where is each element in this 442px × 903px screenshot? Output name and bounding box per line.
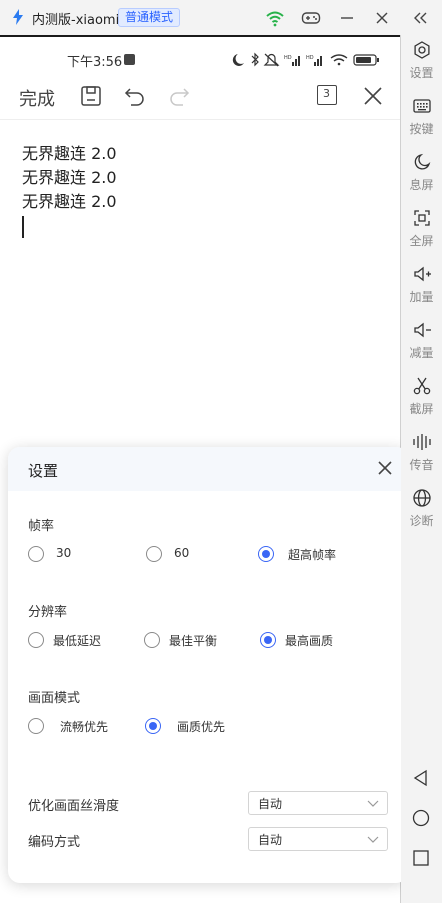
frame-rate-title: 帧率 xyxy=(28,519,55,534)
close-window-icon[interactable] xyxy=(371,7,393,29)
option-label: 最佳平衡 xyxy=(169,634,218,648)
sidebar-item-volume-down[interactable]: 减量 xyxy=(401,320,442,370)
option-label: 30 xyxy=(56,546,72,560)
resolution-option-best-quality[interactable]: 最高画质 xyxy=(260,632,360,650)
resolution-title: 分辨率 xyxy=(28,605,68,620)
resolution-option-balanced[interactable]: 最佳平衡 xyxy=(144,632,234,650)
sidebar-item-settings[interactable]: 设置 xyxy=(401,40,442,90)
fullscreen-icon xyxy=(413,210,430,226)
page-count: 3 xyxy=(323,87,330,100)
globe-icon xyxy=(412,489,431,507)
window-title-bar: 内测版-xiaomi 普通模式 xyxy=(0,0,442,35)
sidebar-item-fullscreen[interactable]: 全屏 xyxy=(401,208,442,258)
text-editor[interactable]: 无界趣连 2.0 无界趣连 2.0 无界趣连 2.0 xyxy=(22,142,117,214)
radio-button[interactable] xyxy=(145,718,161,734)
option-label: 超高帧率 xyxy=(288,548,337,562)
svg-text:HD: HD xyxy=(306,55,314,61)
sidebar-item-keys[interactable]: 按键 xyxy=(401,96,442,146)
page-count-icon[interactable]: 3 xyxy=(317,85,339,107)
status-time: 下午3:56 xyxy=(67,55,123,70)
settings-title: 设置 xyxy=(28,462,59,480)
radio-button[interactable] xyxy=(144,632,160,648)
radio-button[interactable] xyxy=(28,546,44,562)
svg-text:HD: HD xyxy=(284,55,292,61)
gamepad-icon[interactable] xyxy=(300,7,322,29)
undo-icon[interactable] xyxy=(123,84,147,108)
window-title: 内测版-xiaomi xyxy=(32,13,120,28)
recents-nav-icon[interactable] xyxy=(411,848,431,868)
sidebar-item-label: 诊断 xyxy=(409,514,434,528)
radio-button[interactable] xyxy=(258,546,274,562)
option-label: 60 xyxy=(174,546,190,560)
text-caret xyxy=(22,216,24,238)
select-value: 自动 xyxy=(258,833,283,847)
mode-badge[interactable]: 普通模式 xyxy=(118,8,181,27)
sidebar-item-screenshot[interactable]: 截屏 xyxy=(401,376,442,426)
frame-rate-option-30[interactable]: 30 xyxy=(28,546,88,564)
option-label: 画质优先 xyxy=(177,720,226,734)
picture-mode-option-smooth[interactable]: 流畅优先 xyxy=(28,718,118,736)
frame-rate-option-ultra[interactable]: 超高帧率 xyxy=(258,546,368,564)
option-label: 流畅优先 xyxy=(60,720,109,734)
keyboard-icon xyxy=(412,99,431,113)
option-label: 最低延迟 xyxy=(53,634,102,648)
sidebar-item-label: 减量 xyxy=(409,346,434,360)
editor-toolbar: 完成 3 xyxy=(0,75,400,120)
encoding-select[interactable]: 自动 xyxy=(248,827,388,851)
radio-button[interactable] xyxy=(28,718,44,734)
scissors-icon xyxy=(413,377,430,395)
settings-panel: 设置 帧率 30 60 超高帧率 分辨率 最低延迟 最佳平衡 最高画质 画面模式… xyxy=(8,447,408,883)
sidebar-item-label: 息屏 xyxy=(409,178,434,192)
phone-status-bar: 下午3:56 HD HD xyxy=(0,49,400,71)
minimize-icon[interactable] xyxy=(336,7,358,29)
close-settings-icon[interactable] xyxy=(376,459,394,477)
radio-button[interactable] xyxy=(260,632,276,648)
sidebar-item-volume-up[interactable]: 加量 xyxy=(401,264,442,314)
save-icon[interactable] xyxy=(79,84,103,108)
option-label: 最高画质 xyxy=(285,634,334,648)
radio-button[interactable] xyxy=(146,546,162,562)
close-editor-icon[interactable] xyxy=(361,84,385,108)
sidebar-item-label: 截屏 xyxy=(409,402,434,416)
encoding-label: 编码方式 xyxy=(28,835,81,850)
wifi-icon[interactable] xyxy=(264,7,286,29)
radio-button[interactable] xyxy=(28,632,44,648)
settings-gear-icon xyxy=(413,41,430,59)
redo-icon[interactable] xyxy=(167,84,191,108)
sidebar-item-audio[interactable]: 传音 xyxy=(401,432,442,482)
sidebar-item-label: 传音 xyxy=(409,458,434,472)
smoothness-select[interactable]: 自动 xyxy=(248,791,388,815)
picture-mode-title: 画面模式 xyxy=(28,691,81,706)
right-sidebar: 设置 按键 息屏 全屏 加量 减量 截屏 传音 诊断 xyxy=(401,35,442,903)
sidebar-item-label: 设置 xyxy=(409,66,434,80)
editor-line: 无界趣连 2.0 xyxy=(22,192,117,211)
sidebar-item-label: 全屏 xyxy=(409,234,434,248)
sidebar-item-diagnose[interactable]: 诊断 xyxy=(401,488,442,538)
volume-up-icon xyxy=(413,266,431,282)
frame-rate-option-60[interactable]: 60 xyxy=(146,546,206,564)
chevron-down-icon xyxy=(367,836,379,843)
chevron-down-icon xyxy=(367,800,379,807)
sidebar-item-label: 加量 xyxy=(409,290,434,304)
volume-down-icon xyxy=(413,322,431,338)
done-button[interactable]: 完成 xyxy=(19,85,55,111)
picture-mode-option-quality[interactable]: 画质优先 xyxy=(145,718,245,736)
collapse-sidebar-icon[interactable] xyxy=(410,7,432,29)
status-icons: HD HD xyxy=(232,52,379,67)
moon-icon xyxy=(414,153,430,170)
select-value: 自动 xyxy=(258,797,283,811)
back-nav-icon[interactable] xyxy=(411,768,431,788)
audio-wave-icon xyxy=(412,434,431,450)
screen-top-border xyxy=(0,35,400,37)
notification-icon xyxy=(124,54,135,65)
resolution-option-low-latency[interactable]: 最低延迟 xyxy=(28,632,118,650)
home-nav-icon[interactable] xyxy=(411,808,431,828)
smoothness-label: 优化画面丝滑度 xyxy=(28,799,120,814)
settings-header: 设置 xyxy=(8,447,408,491)
editor-line: 无界趣连 2.0 xyxy=(22,168,117,187)
app-logo-icon xyxy=(13,9,23,25)
sidebar-item-screen-off[interactable]: 息屏 xyxy=(401,152,442,202)
sidebar-item-label: 按键 xyxy=(409,122,434,136)
editor-line: 无界趣连 2.0 xyxy=(22,144,117,163)
